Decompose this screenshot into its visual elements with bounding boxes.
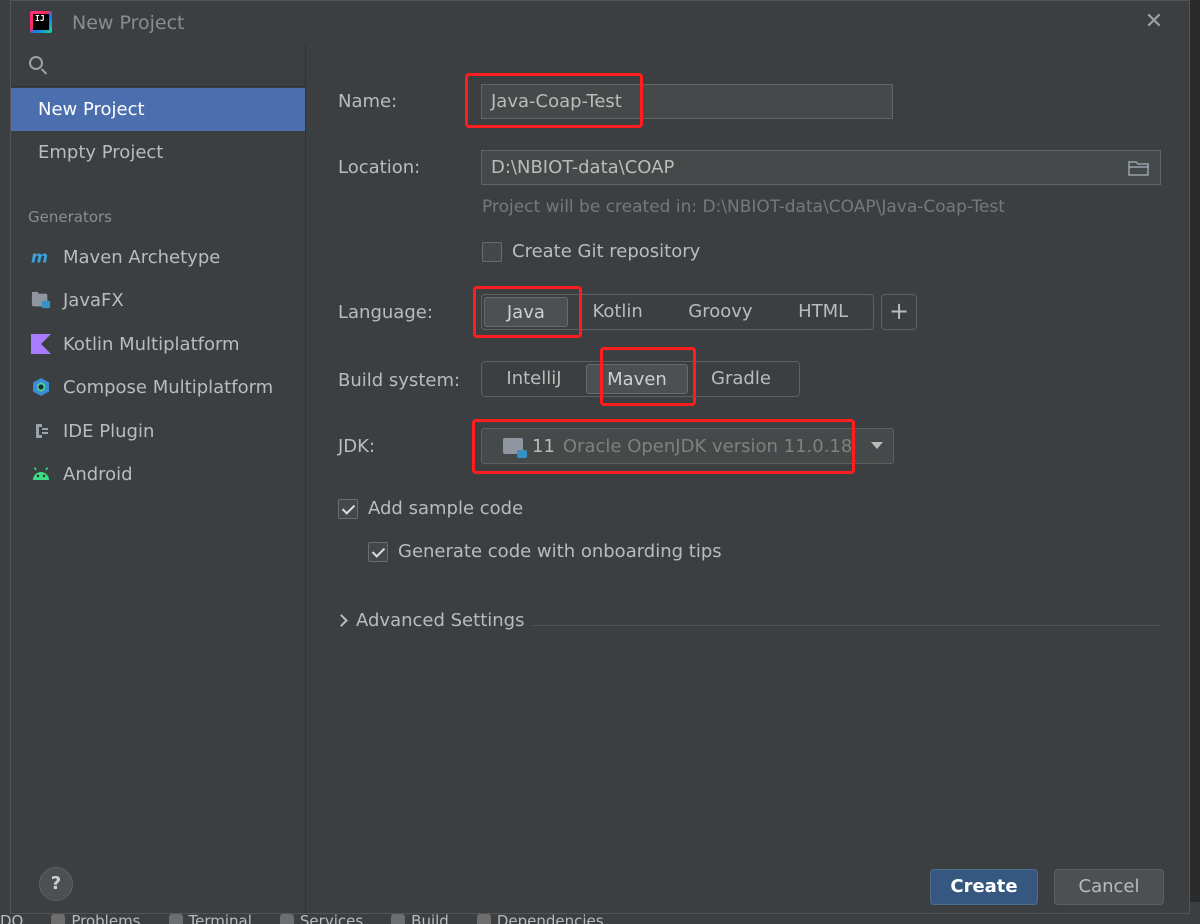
onboarding-tips-label: Generate code with onboarding tips <box>398 541 722 562</box>
language-label: Language: <box>338 302 433 323</box>
sidebar-item-ide-plugin[interactable]: IDE Plugin <box>11 411 305 451</box>
git-checkbox[interactable] <box>482 242 502 262</box>
sample-code-label: Add sample code <box>368 498 524 519</box>
compose-icon <box>31 377 51 397</box>
build-system-selector: IntelliJ Maven Gradle <box>481 361 800 397</box>
jdk-dropdown[interactable]: 11 Oracle OpenJDK version 11.0.18 <box>481 428 894 464</box>
language-option-kotlin[interactable]: Kotlin <box>568 297 668 327</box>
close-icon[interactable]: ✕ <box>1143 11 1165 33</box>
jdk-folder-icon <box>503 438 527 458</box>
sidebar-search <box>11 44 305 87</box>
services-icon <box>279 914 294 924</box>
language-option-html[interactable]: HTML <box>773 297 873 327</box>
name-input[interactable]: Java-Coap-Test <box>481 84 893 119</box>
cancel-button[interactable]: Cancel <box>1054 869 1164 905</box>
sidebar-item-maven-archetype[interactable]: m Maven Archetype <box>11 237 305 277</box>
generator-label: IDE Plugin <box>63 420 155 442</box>
build-option-maven[interactable]: Maven <box>586 364 688 394</box>
problems-icon <box>51 914 66 924</box>
help-button[interactable]: ? <box>39 867 73 901</box>
app-icon-text: IJ <box>35 14 45 23</box>
plugin-icon <box>31 421 51 441</box>
sample-code-checkbox[interactable] <box>338 499 358 519</box>
sidebar-item-android[interactable]: Android <box>11 454 305 494</box>
project-type-sidebar: New Project Empty Project Generators m M… <box>11 44 306 913</box>
dependencies-icon <box>476 914 491 924</box>
language-option-groovy[interactable]: Groovy <box>668 297 774 327</box>
intellij-app-icon: IJ <box>30 11 52 33</box>
generator-label: Maven Archetype <box>63 246 221 268</box>
search-icon <box>29 56 43 70</box>
onboarding-tips-checkbox[interactable] <box>368 542 388 562</box>
advanced-settings-divider <box>531 625 1161 626</box>
create-button[interactable]: Create <box>930 869 1038 905</box>
generator-label: Android <box>63 463 133 485</box>
new-project-dialog: IJ New Project ✕ New Project Empty Proje… <box>10 0 1190 914</box>
build-option-intellij[interactable]: IntelliJ <box>482 364 586 394</box>
dialog-titlebar: IJ New Project ✕ <box>11 1 1189 44</box>
language-selector: Java Kotlin Groovy HTML <box>481 294 874 330</box>
git-checkbox-label: Create Git repository <box>512 241 701 262</box>
location-value: D:\NBIOT-data\COAP <box>491 157 675 178</box>
location-input[interactable]: D:\NBIOT-data\COAP <box>481 150 1161 185</box>
sidebar-item-kotlin-multiplatform[interactable]: Kotlin Multiplatform <box>11 324 305 364</box>
generators-heading: Generators <box>28 208 112 226</box>
build-system-label: Build system: <box>338 370 461 391</box>
terminal-icon <box>168 914 183 924</box>
dialog-title: New Project <box>72 12 185 34</box>
sidebar-item-empty-project[interactable]: Empty Project <box>11 131 305 174</box>
advanced-settings-label: Advanced Settings <box>356 610 525 631</box>
kotlin-icon <box>31 334 51 354</box>
generator-label: Kotlin Multiplatform <box>63 333 240 355</box>
build-icon <box>391 914 406 924</box>
svg-text:m: m <box>31 248 48 266</box>
sidebar-item-javafx[interactable]: JavaFX <box>11 280 305 320</box>
location-label: Location: <box>338 157 421 178</box>
location-hint: Project will be created in: D:\NBIOT-dat… <box>482 197 1005 217</box>
browse-folder-icon[interactable] <box>1128 160 1150 176</box>
generator-label: JavaFX <box>63 289 124 311</box>
build-option-gradle[interactable]: Gradle <box>688 364 794 394</box>
sidebar-item-new-project[interactable]: New Project <box>11 88 305 131</box>
project-settings-form: Name: Java-Coap-Test Location: D:\NBIOT-… <box>307 44 1189 913</box>
maven-icon: m <box>31 247 51 267</box>
name-label: Name: <box>338 91 398 112</box>
sidebar-item-compose-multiplatform[interactable]: Compose Multiplatform <box>11 367 305 407</box>
jdk-label: JDK: <box>338 436 376 457</box>
search-input[interactable] <box>56 50 286 80</box>
advanced-settings-toggle[interactable]: Advanced Settings <box>335 610 525 631</box>
language-option-java[interactable]: Java <box>484 297 568 327</box>
add-language-button[interactable]: + <box>881 294 917 330</box>
chevron-down-icon <box>871 442 883 449</box>
generator-label: Compose Multiplatform <box>63 376 274 398</box>
javafx-folder-icon <box>31 290 51 310</box>
android-icon <box>31 464 51 484</box>
jdk-name: Oracle OpenJDK version 11.0.18 <box>562 435 853 457</box>
chevron-right-icon <box>335 614 348 627</box>
jdk-version: 11 <box>532 435 555 457</box>
